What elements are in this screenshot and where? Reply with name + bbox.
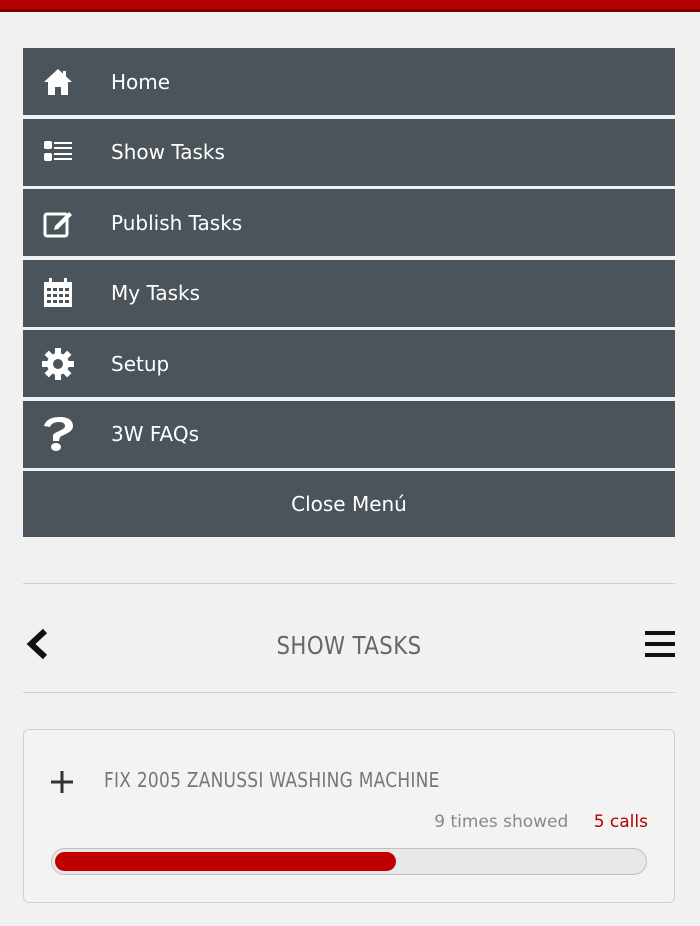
menu-item-label: Show Tasks xyxy=(111,140,225,164)
list-icon xyxy=(23,141,93,163)
menu-item-label: 3W FAQs xyxy=(111,422,200,446)
question-icon xyxy=(23,416,93,452)
calls-count: 5 calls xyxy=(593,812,648,832)
menu-item-label: Home xyxy=(111,69,171,94)
menu-item-my-tasks[interactable]: My Tasks xyxy=(23,259,675,327)
task-card: FIX 2005 ZANUSSI WASHING MACHINE 9 times… xyxy=(23,729,675,903)
page-header: SHOW TASKS xyxy=(23,615,675,677)
views-count: 9 times showed xyxy=(434,812,569,832)
calendar-icon xyxy=(23,278,93,308)
plus-icon[interactable] xyxy=(50,770,74,794)
menu-item-label: Publish Tasks xyxy=(111,210,243,235)
divider xyxy=(23,692,675,693)
page-title: SHOW TASKS xyxy=(276,631,422,660)
gear-icon xyxy=(23,347,93,380)
task-title: FIX 2005 ZANUSSI WASHING MACHINE xyxy=(104,768,440,792)
divider xyxy=(23,583,675,584)
main-menu: Home Show Tasks Publish Tasks My Tasks S… xyxy=(23,48,675,541)
close-menu-button[interactable]: Close Menú xyxy=(23,471,675,537)
hamburger-icon[interactable] xyxy=(645,629,675,659)
task-stats: 9 times showed 5 calls xyxy=(434,812,648,832)
menu-item-faqs[interactable]: 3W FAQs xyxy=(23,400,675,468)
menu-item-show-tasks[interactable]: Show Tasks xyxy=(23,118,675,186)
edit-icon xyxy=(23,208,93,238)
top-accent-bar xyxy=(0,0,700,12)
home-icon xyxy=(23,68,93,96)
menu-item-home[interactable]: Home xyxy=(23,48,675,115)
progress-bar xyxy=(51,848,647,875)
menu-item-publish-tasks[interactable]: Publish Tasks xyxy=(23,189,675,256)
menu-item-setup[interactable]: Setup xyxy=(23,330,675,397)
close-menu-label: Close Menú xyxy=(291,492,407,516)
chevron-left-icon[interactable] xyxy=(23,627,53,661)
menu-item-label: Setup xyxy=(111,351,170,376)
progress-fill xyxy=(55,852,396,871)
menu-item-label: My Tasks xyxy=(111,281,201,305)
